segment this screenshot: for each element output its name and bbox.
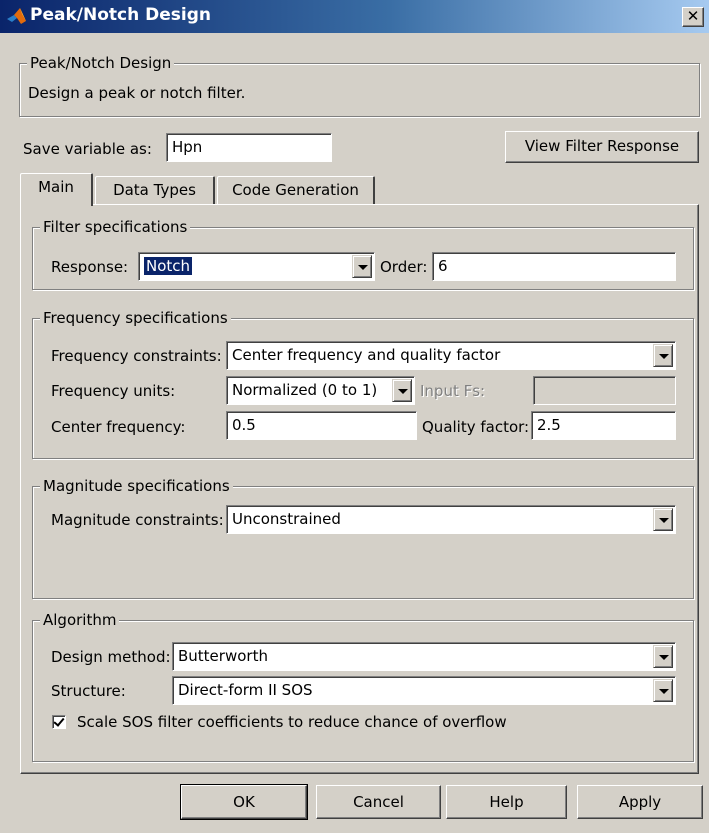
help-button[interactable]: Help bbox=[446, 785, 567, 819]
frequency-constraints-label: Frequency constraints: bbox=[51, 347, 222, 365]
ok-button[interactable]: OK bbox=[180, 784, 308, 820]
design-method-label: Design method: bbox=[51, 648, 171, 666]
chevron-down-icon[interactable] bbox=[352, 255, 372, 278]
frequency-units-label: Frequency units: bbox=[51, 382, 176, 400]
title-bar[interactable]: Peak/Notch Design ✕ bbox=[0, 0, 709, 33]
frequency-units-dropdown[interactable]: Normalized (0 to 1) bbox=[226, 376, 415, 405]
response-label: Response: bbox=[51, 258, 129, 276]
quality-factor-input[interactable]: 2.5 bbox=[531, 411, 676, 440]
magnitude-specifications-legend: Magnitude specifications bbox=[40, 477, 233, 495]
window-title: Peak/Notch Design bbox=[30, 5, 211, 25]
frequency-constraints-dropdown[interactable]: Center frequency and quality factor bbox=[226, 341, 676, 370]
quality-factor-label: Quality factor: bbox=[422, 418, 530, 436]
tab-code-generation[interactable]: Code Generation bbox=[217, 176, 375, 204]
chevron-down-icon[interactable] bbox=[653, 679, 673, 702]
cancel-button[interactable]: Cancel bbox=[316, 785, 441, 819]
scale-sos-label[interactable]: Scale SOS filter coefficients to reduce … bbox=[77, 713, 507, 731]
center-frequency-label: Center frequency: bbox=[51, 418, 186, 436]
save-variable-input[interactable]: Hpn bbox=[166, 133, 332, 162]
matlab-icon bbox=[7, 8, 26, 24]
magnitude-specifications-group: Magnitude specifications bbox=[32, 477, 694, 599]
view-filter-response-button[interactable]: View Filter Response bbox=[505, 131, 699, 163]
magnitude-constraints-dropdown[interactable]: Unconstrained bbox=[226, 505, 676, 534]
save-variable-label: Save variable as: bbox=[23, 140, 152, 158]
chevron-down-icon[interactable] bbox=[653, 344, 673, 367]
center-frequency-input[interactable]: 0.5 bbox=[226, 411, 417, 440]
algorithm-legend: Algorithm bbox=[40, 611, 120, 629]
chevron-down-icon[interactable] bbox=[653, 645, 673, 668]
header-group-legend: Peak/Notch Design bbox=[27, 54, 175, 72]
tab-main[interactable]: Main bbox=[20, 173, 93, 206]
filter-specifications-legend: Filter specifications bbox=[40, 218, 191, 236]
close-icon: ✕ bbox=[686, 7, 700, 25]
header-group: Peak/Notch Design Design a peak or notch… bbox=[19, 54, 700, 117]
response-dropdown[interactable]: Notch bbox=[138, 252, 375, 281]
tab-data-types[interactable]: Data Types bbox=[95, 176, 215, 204]
description-text: Design a peak or notch filter. bbox=[28, 84, 246, 102]
structure-label: Structure: bbox=[51, 682, 126, 700]
close-button[interactable]: ✕ bbox=[682, 7, 704, 27]
dialog-window: { "window": { "title": "Peak/Notch Desig… bbox=[0, 0, 709, 833]
input-fs-label: Input Fs: bbox=[420, 382, 486, 400]
structure-dropdown[interactable]: Direct-form II SOS bbox=[172, 676, 676, 705]
frequency-specifications-legend: Frequency specifications bbox=[40, 309, 231, 327]
chevron-down-icon[interactable] bbox=[392, 379, 412, 402]
design-method-dropdown[interactable]: Butterworth bbox=[172, 642, 676, 671]
apply-button[interactable]: Apply bbox=[577, 785, 703, 819]
input-fs-input bbox=[533, 376, 676, 405]
magnitude-constraints-label: Magnitude constraints: bbox=[51, 511, 224, 529]
chevron-down-icon[interactable] bbox=[653, 508, 673, 531]
order-input[interactable]: 6 bbox=[432, 252, 676, 281]
scale-sos-checkbox[interactable] bbox=[52, 715, 66, 729]
order-label: Order: bbox=[380, 258, 428, 276]
